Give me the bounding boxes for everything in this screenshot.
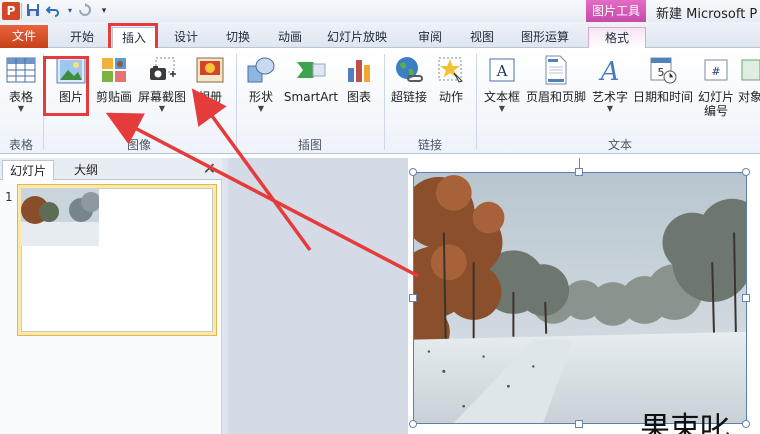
arrow-to-album-button xyxy=(191,88,312,252)
arrow-to-picture-button xyxy=(105,112,419,278)
annotation-arrows xyxy=(105,88,419,278)
